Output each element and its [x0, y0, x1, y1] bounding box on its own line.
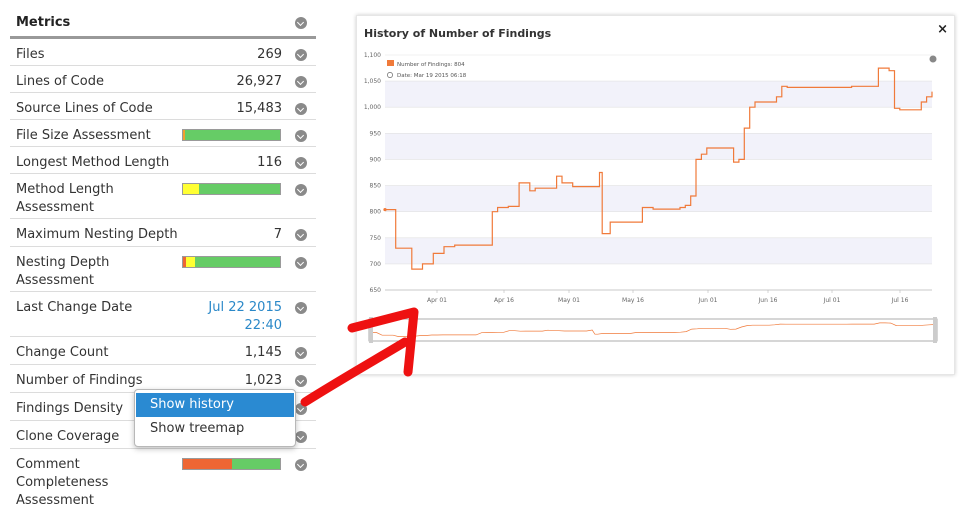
legend-date-text: Date: Mar 19 2015 06:18 [397, 73, 467, 79]
chevron-down-icon[interactable] [295, 302, 307, 314]
assessment-segment [183, 184, 199, 194]
x-tick-label: May 16 [622, 297, 644, 304]
metric-label: Change Count [16, 345, 109, 360]
assessment-bar [182, 129, 281, 141]
metric-row-file-size-assessment[interactable]: File Size Assessment [10, 120, 316, 147]
metric-value: 1,145 [244, 345, 282, 360]
chevron-down-icon[interactable] [295, 184, 307, 196]
x-tick-label: Jun 01 [698, 297, 718, 304]
metric-row-method-length-assessment[interactable]: Method Length Assessment [10, 174, 316, 219]
chevron-down-icon[interactable] [295, 347, 307, 359]
chevron-down-icon[interactable] [295, 130, 307, 142]
metric-value: 26,927 [236, 74, 283, 89]
y-tick-label: 1,050 [364, 78, 381, 85]
assessment-bar [182, 256, 281, 268]
metric-label: Nesting Depth Assessment [16, 255, 110, 288]
y-tick-label: 750 [370, 235, 382, 242]
x-tick-label: Apr 16 [494, 297, 514, 304]
chevron-down-icon[interactable] [295, 403, 307, 415]
assessment-bar [182, 183, 281, 195]
y-tick-label: 1,000 [364, 104, 381, 111]
metric-row-last-change-date[interactable]: Last Change Date Jul 22 2015 22:40 [10, 292, 316, 337]
x-tick-label: Jun 16 [758, 297, 778, 304]
chevron-down-icon[interactable] [295, 229, 307, 241]
metric-row-maximum-nesting-depth[interactable]: Maximum Nesting Depth 7 [10, 219, 316, 247]
chevron-down-icon[interactable] [295, 49, 307, 61]
metric-label: Comment Completeness Assessment [16, 457, 109, 508]
history-panel: History of Number of Findings × 1,100 1,0… [356, 15, 955, 375]
metric-label: File Size Assessment [16, 128, 151, 143]
metric-row-comment-completeness-assessment[interactable]: Comment Completeness Assessment [10, 449, 316, 508]
metric-label: Number of Findings [16, 373, 143, 388]
metric-label: Longest Method Length [16, 155, 170, 170]
metric-value: 7 [273, 227, 282, 242]
plot-band [385, 133, 932, 160]
navigator-handle-left[interactable] [369, 317, 373, 343]
chart-menu-icon[interactable] [929, 55, 937, 63]
metric-row-lines-of-code[interactable]: Lines of Code 26,927 [10, 66, 316, 93]
chevron-down-icon[interactable] [295, 431, 307, 443]
chevron-down-icon[interactable] [295, 257, 307, 269]
assessment-segment [231, 459, 280, 469]
metric-value: 269 [257, 47, 282, 62]
navigator-frame[interactable] [368, 318, 938, 342]
assessment-segment [183, 459, 232, 469]
chevron-down-icon[interactable] [295, 76, 307, 88]
plot-band [385, 81, 932, 108]
metrics-title: Metrics [16, 15, 71, 30]
y-tick-label: 900 [370, 156, 382, 163]
menu-item-show-history[interactable]: Show history [136, 393, 294, 417]
chevron-down-icon[interactable] [295, 459, 307, 471]
x-tick-label: Apr 01 [427, 297, 447, 304]
context-menu: Show history Show treemap [134, 389, 296, 447]
assessment-segment [184, 130, 280, 140]
assessment-segment [198, 184, 280, 194]
chevron-down-icon[interactable] [295, 375, 307, 387]
metric-label: Maximum Nesting Depth [16, 227, 178, 242]
menu-item-show-treemap[interactable]: Show treemap [136, 417, 294, 441]
metric-label: Method Length Assessment [16, 182, 114, 215]
metric-row-nesting-depth-assessment[interactable]: Nesting Depth Assessment [10, 247, 316, 292]
assessment-segment [194, 257, 280, 267]
metric-label: Lines of Code [16, 74, 104, 89]
metric-value-link[interactable]: Jul 22 2015 22:40 [202, 299, 282, 335]
legend-series-text: Number of Findings: 804 [397, 62, 465, 68]
navigator-handle-right[interactable] [933, 317, 937, 343]
metrics-header: Metrics [10, 8, 316, 39]
hover-point [383, 207, 387, 212]
chevron-down-icon[interactable] [295, 103, 307, 115]
metric-value: 1,023 [244, 373, 282, 388]
metric-row-files[interactable]: Files 269 [10, 39, 316, 66]
metric-label: Last Change Date [16, 300, 133, 315]
metric-label: Source Lines of Code [16, 101, 153, 116]
metric-value: 15,483 [236, 101, 283, 116]
y-tick-label: 650 [370, 287, 382, 294]
x-tick-label: May 01 [558, 297, 580, 304]
y-tick-label: 950 [370, 130, 382, 137]
chevron-down-icon[interactable] [295, 157, 307, 169]
metric-row-change-count[interactable]: Change Count 1,145 [10, 337, 316, 365]
x-tick-label: Jul 16 [891, 297, 909, 304]
y-tick-label: 1,100 [364, 52, 381, 59]
history-chart[interactable]: 1,100 1,050 1,000 950 900 850 800 750 700 650 Apr… [357, 16, 954, 374]
x-tick-label: Jul 01 [823, 297, 841, 304]
assessment-segment [185, 257, 195, 267]
y-tick-label: 700 [370, 261, 382, 268]
y-tick-label: 850 [370, 183, 382, 190]
legend-swatch [387, 60, 394, 66]
metric-label: Files [16, 47, 45, 62]
metric-row-source-lines-of-code[interactable]: Source Lines of Code 15,483 [10, 93, 316, 120]
metrics-collapse-icon[interactable] [295, 17, 307, 29]
metric-value: 116 [257, 155, 282, 170]
y-tick-label: 800 [370, 209, 382, 216]
clock-icon [387, 72, 393, 78]
assessment-bar [182, 458, 281, 470]
plot-band [385, 185, 932, 212]
metric-row-longest-method-length[interactable]: Longest Method Length 116 [10, 147, 316, 174]
plot-band [385, 237, 932, 264]
